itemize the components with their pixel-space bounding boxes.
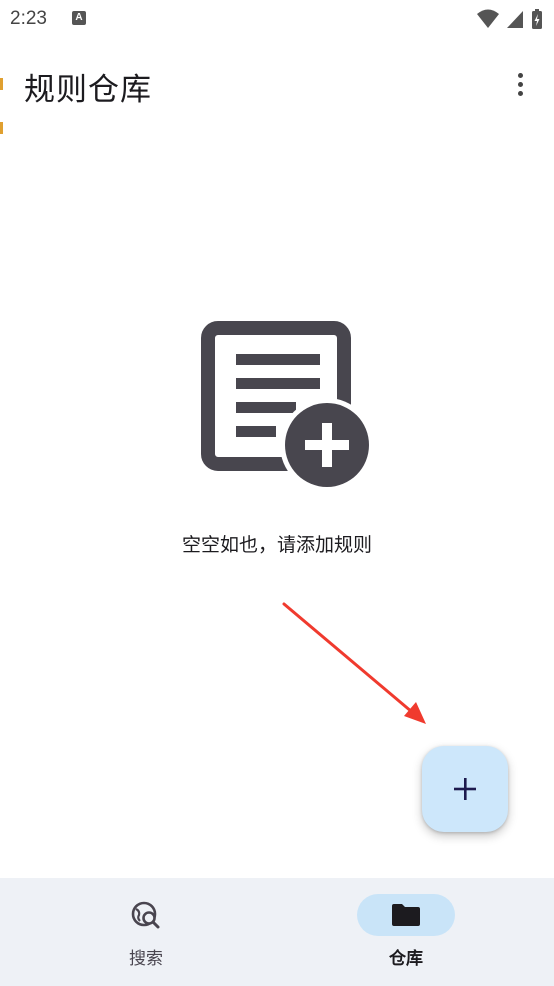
folder-icon [392,904,420,926]
plus-icon [454,778,476,800]
bottom-navigation: 搜索 仓库 [0,878,554,986]
add-rule-button[interactable] [422,746,508,832]
notification-icon: A [72,11,86,25]
status-icons [476,8,544,32]
add-document-icon [201,321,372,490]
nav-indicator-selected [357,894,455,936]
status-bar: 2:23 A [0,0,554,40]
battery-icon [532,9,542,29]
nav-label-search: 搜索 [129,949,163,969]
nav-item-repository[interactable]: 仓库 [316,894,496,974]
more-options-button[interactable] [500,62,540,106]
nav-indicator [97,894,195,936]
wifi-icon [476,9,499,28]
edge-marker [0,122,3,134]
nav-label-repository: 仓库 [389,949,423,969]
empty-message: 空空如也，请添加规则 [181,534,372,556]
status-time: 2:23 [10,8,47,29]
cell-signal-icon [506,11,523,28]
annotation-arrow [282,602,426,724]
page-title: 规则仓库 [24,72,152,108]
globe-search-icon [131,901,160,929]
app-bar: 规则仓库 [0,50,554,118]
nav-item-search[interactable]: 搜索 [56,894,236,974]
more-vert-icon [517,72,523,78]
